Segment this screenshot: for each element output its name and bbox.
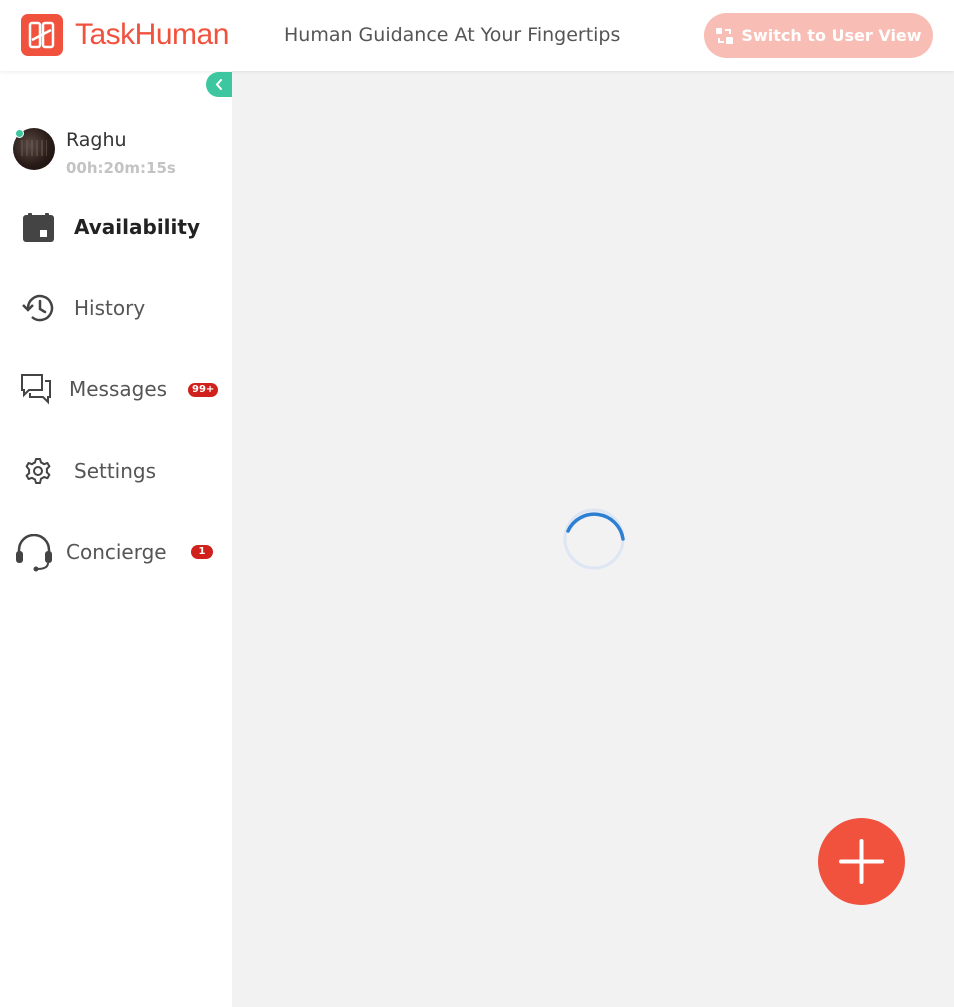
sidebar-item-label: Settings [74, 459, 157, 483]
chevron-left-icon [215, 79, 222, 90]
sidebar-item-label: Messages [69, 377, 168, 401]
sidebar-item-settings[interactable]: Settings [0, 440, 232, 500]
calendar-icon [23, 213, 54, 242]
sidebar-item-label: Concierge [66, 540, 167, 564]
plus-icon [839, 839, 884, 884]
sidebar-item-label: Availability [74, 215, 200, 239]
headset-icon [16, 534, 52, 572]
sidebar-item-concierge[interactable]: Concierge 1 [0, 521, 232, 581]
sidebar-item-availability[interactable]: Availability [0, 197, 232, 257]
concierge-count-badge: 1 [191, 545, 213, 559]
add-button[interactable] [818, 818, 905, 905]
gear-icon [25, 458, 51, 484]
loading-spinner-icon [563, 508, 625, 570]
session-timer: 00h:20m:15s [66, 159, 176, 177]
header-tagline: Human Guidance At Your Fingertips [284, 24, 621, 46]
switch-to-user-view-button[interactable]: Switch to User View [704, 13, 933, 58]
chat-icon [21, 374, 51, 405]
sidebar-item-history[interactable]: History [0, 278, 232, 338]
messages-count-badge: 99+ [188, 383, 219, 397]
online-status-dot [15, 129, 24, 138]
top-header: TaskHuman Human Guidance At Your Fingert… [0, 0, 954, 71]
taskhuman-logo-icon[interactable] [21, 14, 63, 56]
switch-view-icon [715, 26, 735, 46]
logo-text[interactable]: TaskHuman [75, 15, 229, 55]
switch-view-label: Switch to User View [741, 26, 922, 45]
sidebar-item-messages[interactable]: Messages 99+ [0, 359, 232, 419]
collapse-sidebar-button[interactable] [206, 72, 232, 97]
sidebar-item-label: History [74, 296, 146, 320]
user-name: Raghu [66, 129, 127, 151]
history-icon [22, 294, 54, 322]
